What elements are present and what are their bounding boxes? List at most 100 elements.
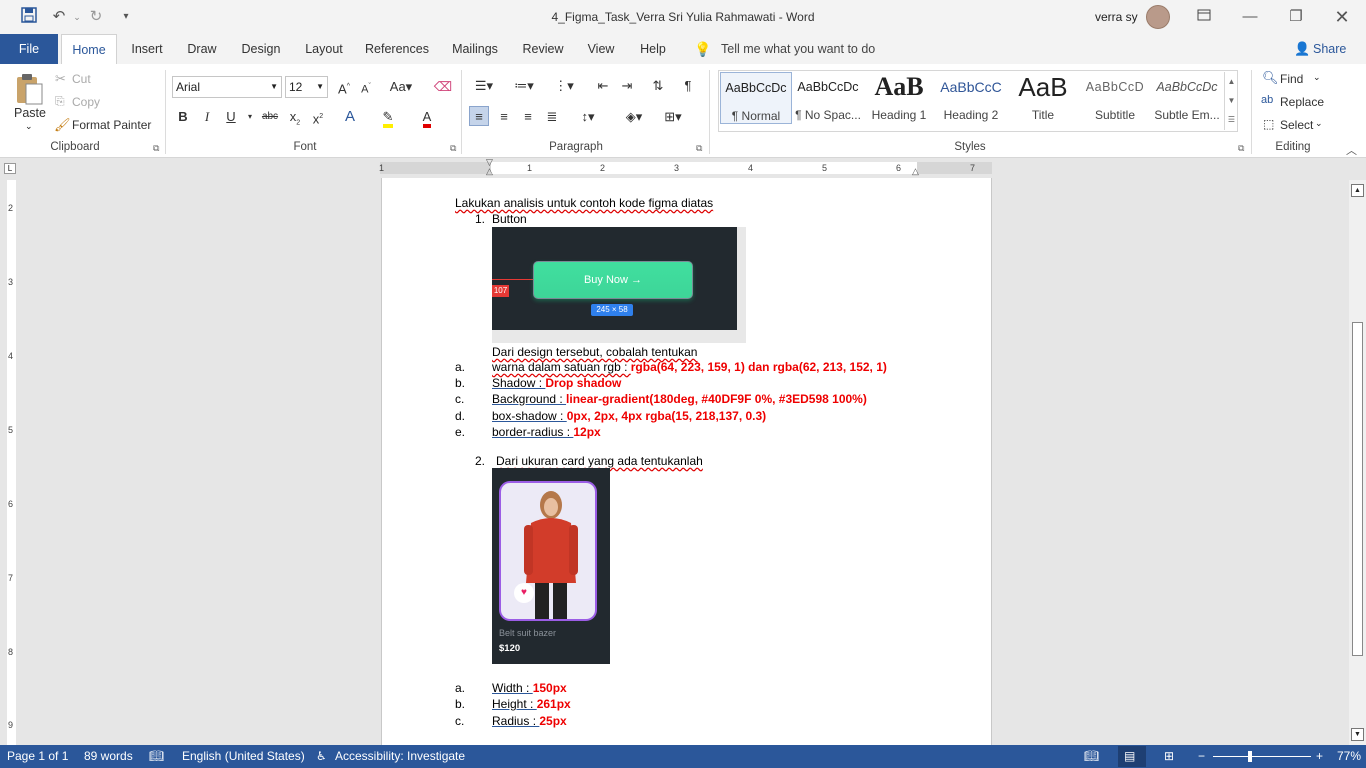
intro-paragraph[interactable]: Lakukan analisis untuk contoh kode figma…: [455, 196, 713, 210]
ribbon-display-icon[interactable]: [1194, 7, 1214, 27]
cut-button[interactable]: Cut: [72, 72, 91, 86]
tab-file[interactable]: File: [0, 34, 58, 64]
paragraph-launcher-icon[interactable]: ⧉: [696, 143, 702, 154]
zoom-level[interactable]: 77%: [1337, 749, 1361, 763]
horizontal-ruler[interactable]: L 1 1 2 3 4 5 6 7 ▽ △ △: [0, 158, 1366, 178]
styles-scroll[interactable]: ▲ ▼ ☰: [1224, 72, 1238, 130]
change-case-icon[interactable]: Aa▾: [386, 77, 416, 97]
document-page[interactable]: Lakukan analisis untuk contoh kode figma…: [381, 178, 992, 745]
language[interactable]: English (United States): [182, 749, 305, 763]
font-launcher-icon[interactable]: ⧉: [450, 143, 456, 154]
increase-indent-icon[interactable]: ⇥: [617, 76, 637, 96]
collapse-ribbon-icon[interactable]: ︿: [1346, 142, 1357, 158]
vertical-scrollbar[interactable]: ▲ ▼: [1349, 180, 1366, 745]
item1-text[interactable]: Button: [492, 212, 527, 226]
multilevel-list-icon[interactable]: ⋮▾: [550, 76, 578, 96]
tab-selector-icon[interactable]: L: [4, 163, 16, 174]
numbering-icon[interactable]: ≔▾: [510, 76, 538, 96]
tab-layout[interactable]: Layout: [300, 34, 348, 64]
format-painter-button[interactable]: Format Painter: [72, 118, 151, 132]
list-item[interactable]: Shadow : Drop shadow: [492, 376, 621, 390]
style-subtitle[interactable]: AaBbCcD Subtitle: [1079, 72, 1151, 124]
replace-button[interactable]: Replace: [1280, 95, 1324, 109]
font-name-select[interactable]: Arial ▼: [172, 76, 282, 98]
zoom-slider-thumb[interactable]: [1248, 751, 1252, 762]
underline-icon[interactable]: U: [221, 107, 241, 127]
accessibility-status[interactable]: Accessibility: Investigate: [335, 749, 465, 763]
button-image[interactable]: 107 Buy Now → 245 × 58: [492, 227, 746, 343]
tab-help[interactable]: Help: [634, 34, 672, 64]
tab-design[interactable]: Design: [236, 34, 286, 64]
zoom-out-icon[interactable]: −: [1198, 749, 1205, 763]
user-name[interactable]: verra sy: [1095, 10, 1138, 24]
zoom-slider[interactable]: [1213, 756, 1311, 757]
decrease-indent-icon[interactable]: ⇤: [593, 76, 613, 96]
clear-formatting-icon[interactable]: ⌫: [433, 77, 453, 97]
proofing-icon[interactable]: 📖︎: [149, 749, 164, 763]
justify-icon[interactable]: ≣: [542, 107, 562, 127]
bold-icon[interactable]: B: [173, 107, 193, 127]
word-count[interactable]: 89 words: [84, 749, 133, 763]
strikethrough-icon[interactable]: abc: [260, 107, 280, 127]
shrink-font-icon[interactable]: Aˇ: [356, 77, 376, 97]
tab-references[interactable]: References: [362, 34, 432, 64]
close-icon[interactable]: ✕: [1332, 7, 1352, 27]
avatar[interactable]: [1146, 5, 1170, 29]
scroll-down-icon[interactable]: ▼: [1351, 728, 1364, 741]
show-formatting-icon[interactable]: ¶: [678, 76, 698, 96]
zoom-in-icon[interactable]: +: [1316, 749, 1323, 763]
item2-text[interactable]: Dari ukuran card yang ada tentukanlah: [496, 454, 703, 468]
borders-icon[interactable]: ⊞▾: [657, 107, 689, 127]
scroll-up-icon[interactable]: ▲: [1351, 184, 1364, 197]
style-title[interactable]: AaB Title: [1007, 72, 1079, 124]
list-item[interactable]: border-radius : 12px: [492, 425, 601, 439]
list-item[interactable]: box-shadow : 0px, 2px, 4px rgba(15, 218,…: [492, 409, 766, 423]
tab-mailings[interactable]: Mailings: [447, 34, 503, 64]
tab-review[interactable]: Review: [519, 34, 567, 64]
tab-home[interactable]: Home: [61, 34, 117, 65]
sort-icon[interactable]: ⇅: [648, 76, 668, 96]
list-item[interactable]: Height : 261px: [492, 697, 571, 711]
font-size-select[interactable]: 12 ▼: [285, 76, 328, 98]
web-layout-icon[interactable]: ⊞: [1164, 749, 1174, 763]
find-button[interactable]: Find: [1280, 72, 1303, 86]
subscript-icon[interactable]: x2: [285, 107, 305, 127]
italic-icon[interactable]: I: [197, 107, 217, 127]
line-spacing-icon[interactable]: ↕▾: [573, 107, 603, 127]
list-item[interactable]: Background : linear-gradient(180deg, #40…: [492, 392, 867, 406]
superscript-icon[interactable]: x2: [308, 107, 328, 127]
text-effects-icon[interactable]: A: [340, 107, 360, 127]
share-button[interactable]: Share: [1313, 42, 1346, 56]
print-layout-icon[interactable]: ▤: [1124, 749, 1135, 763]
grow-font-icon[interactable]: A^: [334, 77, 354, 97]
font-color-icon[interactable]: A: [417, 107, 437, 128]
highlight-icon[interactable]: ✎: [378, 107, 398, 128]
tab-draw[interactable]: Draw: [183, 34, 221, 64]
read-mode-icon[interactable]: 📖︎: [1084, 749, 1099, 763]
align-center-icon[interactable]: ≡: [494, 107, 514, 127]
right-indent-marker-icon[interactable]: △: [912, 166, 919, 177]
tell-me-search[interactable]: Tell me what you want to do: [721, 42, 875, 56]
select-button[interactable]: Select: [1280, 118, 1313, 132]
tab-view[interactable]: View: [582, 34, 620, 64]
align-left-icon[interactable]: ≡: [469, 106, 489, 126]
page-count[interactable]: Page 1 of 1: [7, 749, 68, 763]
vertical-ruler[interactable]: 2 3 4 5 6 7 8 9: [0, 180, 22, 745]
style-heading-1[interactable]: AaB Heading 1: [863, 72, 935, 124]
style-heading-2[interactable]: AaBbCcC Heading 2: [935, 72, 1007, 124]
scroll-thumb[interactable]: [1352, 322, 1363, 656]
list-item[interactable]: Radius : 25px: [492, 714, 567, 728]
underline-dropdown-icon[interactable]: ▾: [240, 107, 260, 127]
style-subtle-emphasis[interactable]: AaBbCcDc Subtle Em...: [1151, 72, 1223, 124]
paste-dropdown-icon[interactable]: ⌄: [25, 121, 33, 132]
tab-insert[interactable]: Insert: [126, 34, 168, 64]
question-intro[interactable]: Dari design tersebut, cobalah tentukan: [492, 345, 697, 359]
chevron-down-icon[interactable]: ⌄: [1315, 118, 1323, 129]
style-normal[interactable]: AaBbCcDc ¶ Normal: [720, 72, 792, 124]
style-no-spacing[interactable]: AaBbCcDc ¶ No Spac...: [792, 72, 864, 124]
list-item[interactable]: warna dalam satuan rgb : rgba(64, 223, 1…: [492, 360, 887, 374]
paste-icon[interactable]: [14, 72, 44, 106]
shading-icon[interactable]: ◈▾: [619, 107, 649, 127]
copy-button[interactable]: Copy: [72, 95, 100, 109]
chevron-down-icon[interactable]: ⌄: [1313, 72, 1321, 83]
